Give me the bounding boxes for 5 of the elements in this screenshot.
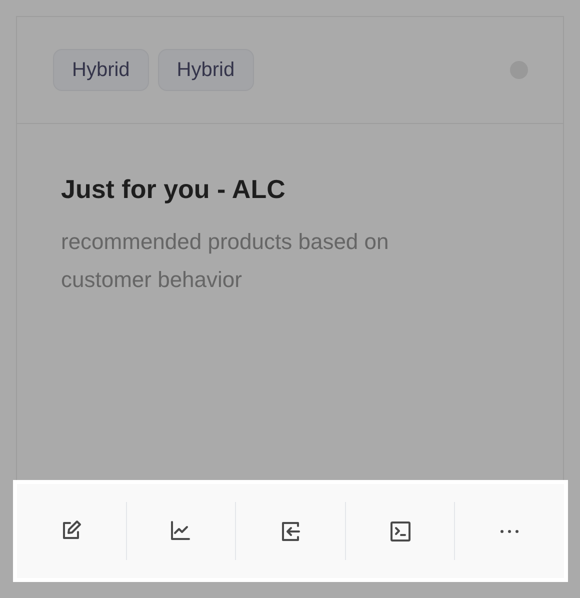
terminal-icon[interactable] [388,518,413,544]
card-title: Just for you - ALC [61,174,286,205]
card-description: recommended products based on customer behavior [61,228,390,294]
tag: Hybrid [158,49,254,91]
tag: Hybrid [53,49,149,91]
